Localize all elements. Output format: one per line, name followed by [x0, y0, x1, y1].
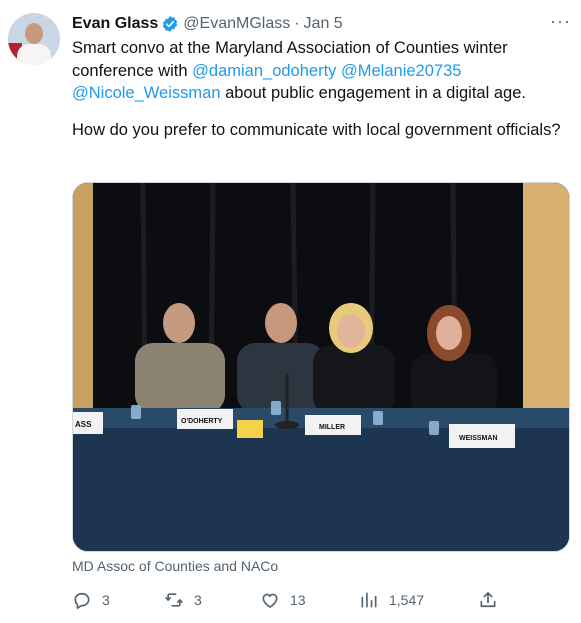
like-button[interactable]: 13	[260, 590, 306, 610]
author-handle[interactable]: @EvanMGlass	[183, 15, 290, 33]
panel-photo-illustration: ASS O'DOHERTY MILLER WEISSMAN	[73, 183, 569, 551]
retweet-button[interactable]: 3	[164, 590, 202, 610]
mention-link-1[interactable]: @damian_odoherty	[192, 62, 336, 80]
more-icon[interactable]: ···	[550, 12, 570, 34]
author-name[interactable]: Evan Glass	[72, 15, 158, 33]
tweet-date[interactable]: Jan 5	[304, 15, 343, 33]
views-button[interactable]: 1,547	[359, 590, 424, 610]
tweet-actions: 3 3 13 1,547	[72, 590, 502, 612]
reply-button[interactable]: 3	[72, 590, 110, 610]
nameplate-1: ASS	[75, 420, 92, 429]
reply-count: 3	[102, 592, 110, 608]
like-icon	[262, 593, 278, 608]
share-button[interactable]	[478, 590, 508, 610]
avatar-shirt	[17, 44, 51, 65]
views-icon	[361, 592, 377, 608]
share-icon	[480, 592, 496, 608]
tweet-paragraph-2: How do you prefer to communicate with lo…	[72, 120, 561, 139]
mention-link-3[interactable]: @Nicole_Weissman	[72, 84, 221, 102]
tweet-header: Evan Glass @EvanMGlass · Jan 5	[72, 14, 343, 34]
retweet-icon	[165, 593, 183, 607]
verified-badge-icon	[163, 16, 178, 32]
mention-link-2[interactable]: @Melanie20735	[341, 62, 461, 80]
photo-caption: MD Assoc of Counties and NACo	[72, 558, 279, 574]
nameplate-4: WEISSMAN	[459, 435, 498, 442]
tweet-text-outro: about public engagement in a digital age…	[220, 84, 526, 102]
like-count: 13	[290, 592, 306, 608]
tweet-paragraph-1: Smart convo at the Maryland Association …	[72, 37, 570, 105]
tweet-text: Smart convo at the Maryland Association …	[72, 37, 570, 141]
views-count: 1,547	[389, 592, 425, 608]
nameplate-2: O'DOHERTY	[181, 418, 223, 425]
reply-icon	[74, 592, 90, 609]
avatar-head	[25, 23, 43, 44]
tweet-photo[interactable]: ASS O'DOHERTY MILLER WEISSMAN	[72, 182, 570, 552]
nameplate-3: MILLER	[319, 424, 345, 431]
header-separator: ·	[294, 15, 300, 32]
retweet-count: 3	[194, 592, 202, 608]
author-avatar[interactable]	[8, 13, 60, 65]
